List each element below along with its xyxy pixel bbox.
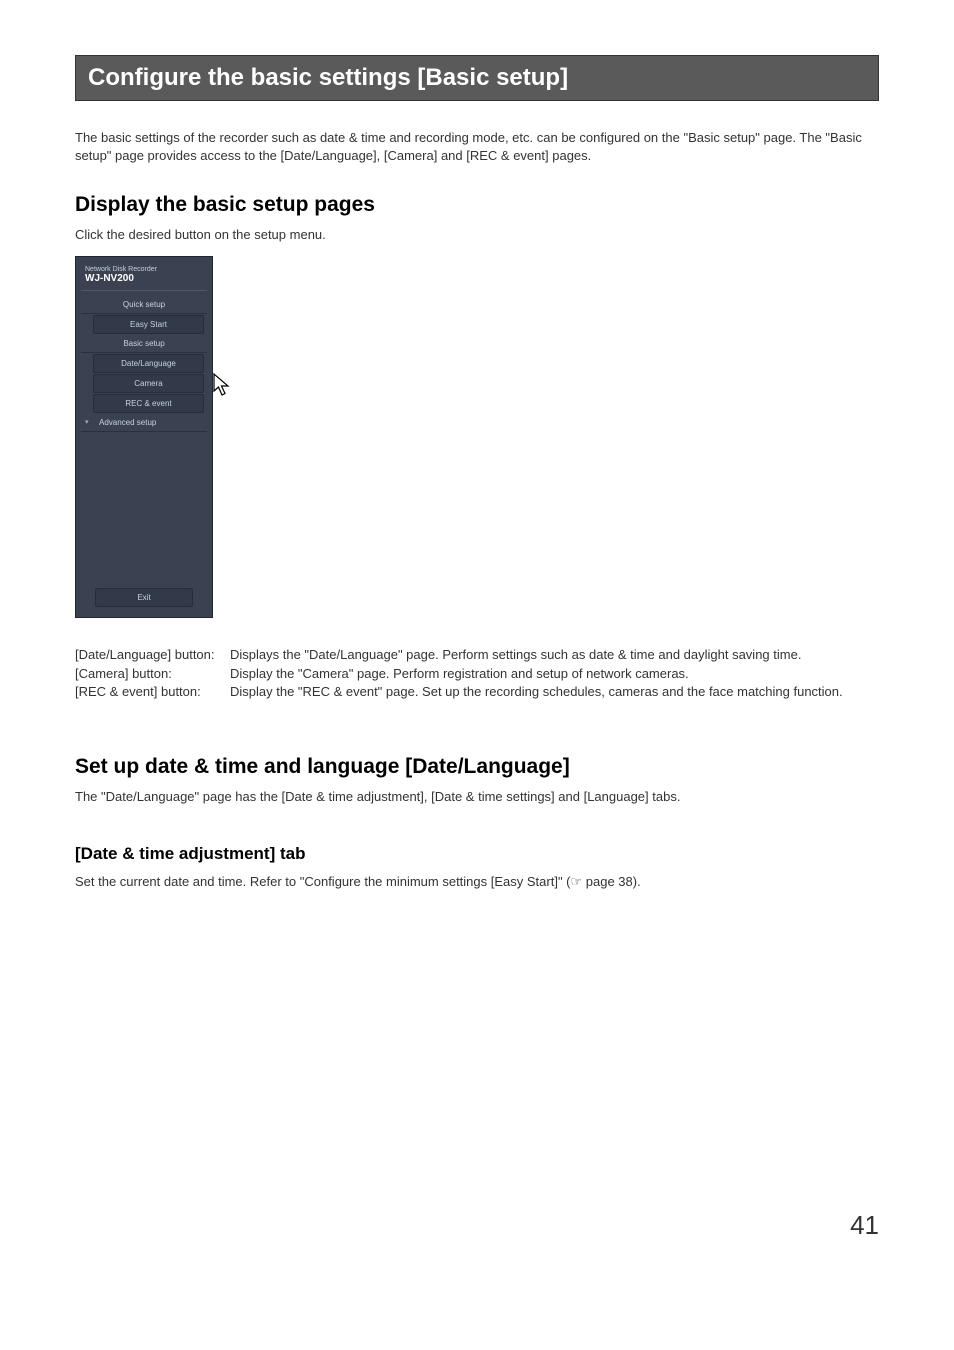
button-label: [Camera] button: — [75, 665, 230, 683]
menu-basic-setup[interactable]: Basic setup — [81, 335, 207, 353]
section3-text: Set the current date and time. Refer to … — [75, 874, 879, 890]
button-label: [Date/Language] button: — [75, 646, 230, 664]
section2-text: The "Date/Language" page has the [Date &… — [75, 789, 879, 804]
page-number: 41 — [75, 1210, 879, 1241]
button-desc: Display the "Camera" page. Perform regis… — [230, 665, 879, 683]
menu-camera[interactable]: Camera — [93, 374, 204, 393]
button-descriptions: [Date/Language] button: Displays the "Da… — [75, 646, 879, 701]
page-title-bar: Configure the basic settings [Basic setu… — [75, 55, 879, 101]
section1-text: Click the desired button on the setup me… — [75, 227, 879, 242]
button-label: [REC & event] button: — [75, 683, 230, 701]
cursor-icon — [212, 372, 234, 398]
device-menu-panel: Network Disk Recorder WJ-NV200 Quick set… — [75, 256, 213, 618]
device-model-text: WJ-NV200 — [81, 273, 207, 291]
menu-date-language[interactable]: Date/Language — [93, 354, 204, 373]
section1-heading: Display the basic setup pages — [75, 193, 879, 217]
device-header-text: Network Disk Recorder — [81, 262, 207, 273]
section3-heading: [Date & time adjustment] tab — [75, 844, 879, 864]
menu-advanced-setup[interactable]: Advanced setup — [81, 414, 207, 432]
menu-rec-event[interactable]: REC & event — [93, 394, 204, 413]
section2-heading: Set up date & time and language [Date/La… — [75, 755, 879, 779]
menu-easy-start[interactable]: Easy Start — [93, 315, 204, 334]
intro-paragraph: The basic settings of the recorder such … — [75, 129, 879, 165]
exit-button[interactable]: Exit — [95, 588, 193, 607]
button-row-date-language: [Date/Language] button: Displays the "Da… — [75, 646, 879, 664]
menu-quick-setup[interactable]: Quick setup — [81, 296, 207, 314]
button-row-camera: [Camera] button: Display the "Camera" pa… — [75, 665, 879, 683]
device-screenshot: Network Disk Recorder WJ-NV200 Quick set… — [75, 256, 879, 618]
button-row-rec-event: [REC & event] button: Display the "REC &… — [75, 683, 879, 701]
button-desc: Display the "REC & event" page. Set up t… — [230, 683, 879, 701]
button-desc: Displays the "Date/Language" page. Perfo… — [230, 646, 879, 664]
